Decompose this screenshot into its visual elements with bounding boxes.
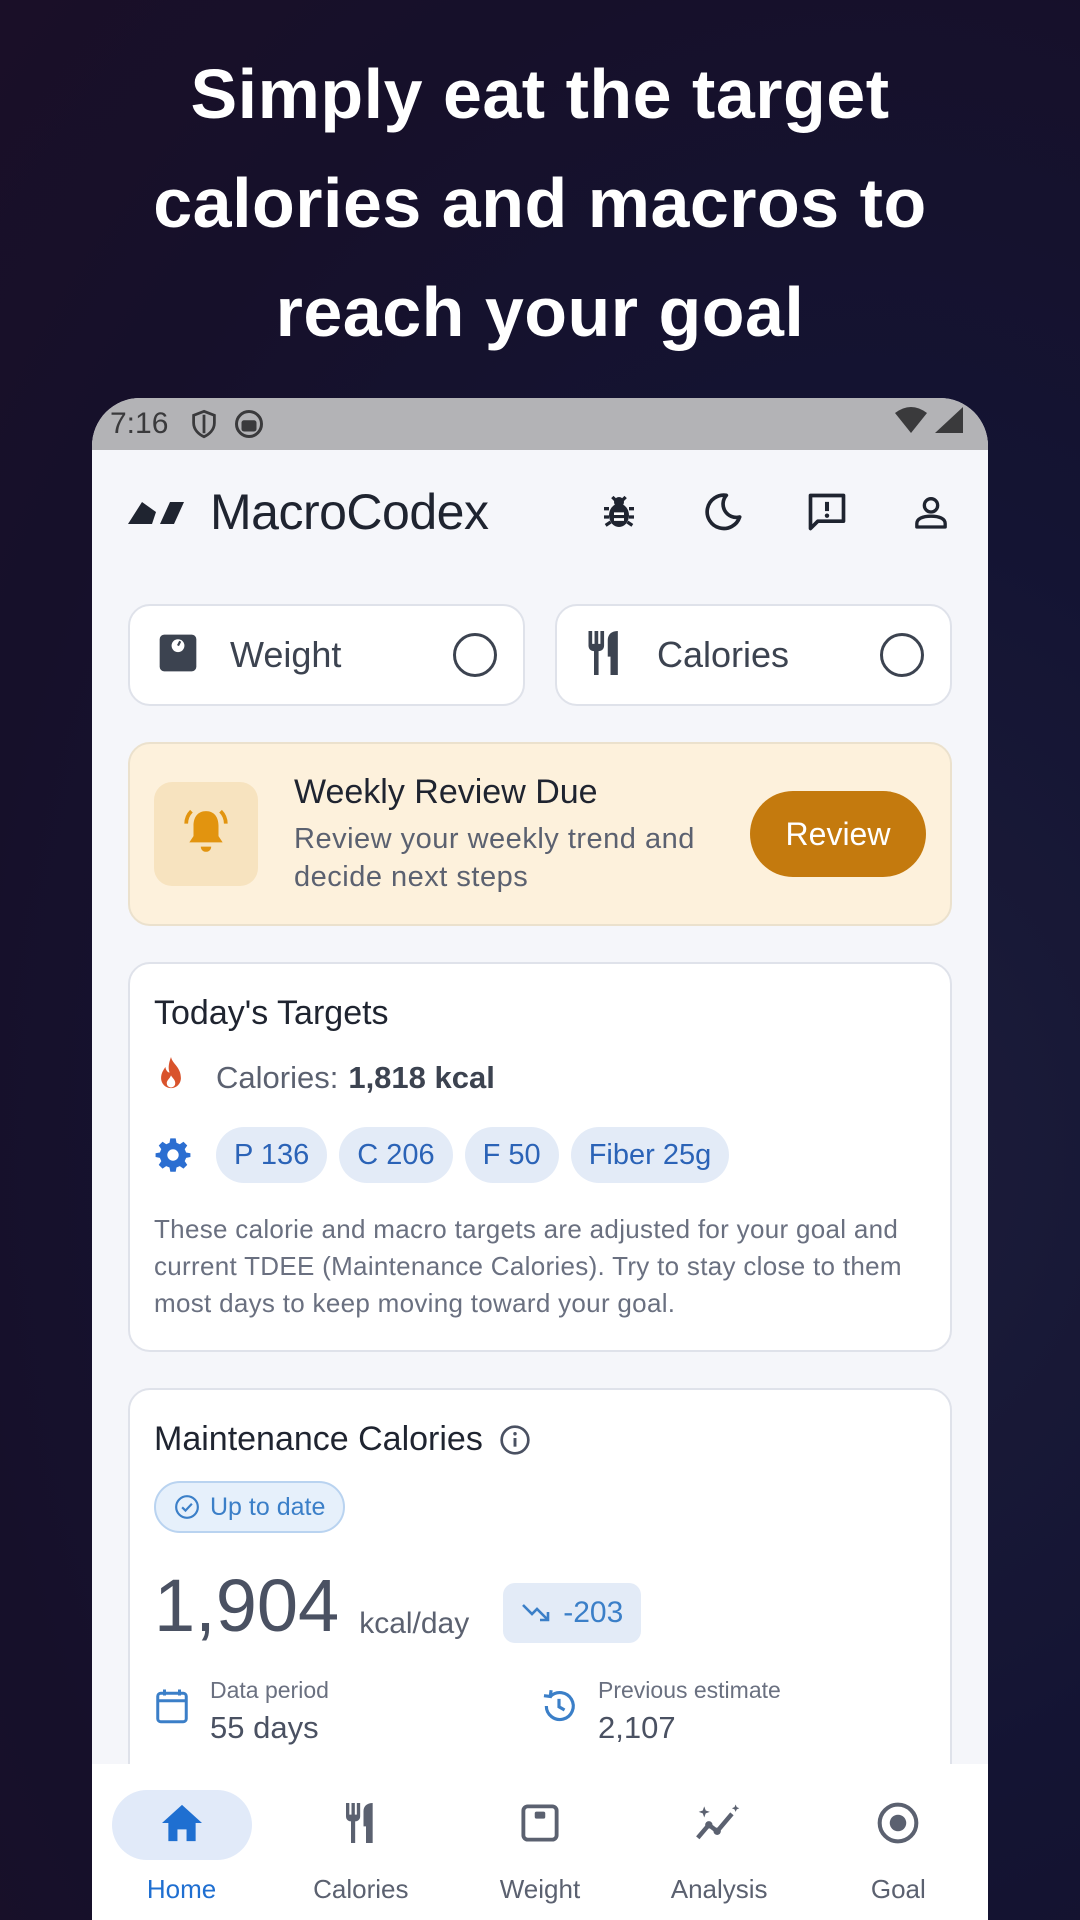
calendar-icon: [154, 1687, 190, 1725]
scale-icon: [519, 1802, 561, 1849]
weekly-review-subtitle-line-2: decide next steps: [294, 860, 529, 893]
nav-analysis-label: Analysis: [670, 1874, 768, 1904]
headline: Simply eat the target calories and macro…: [0, 40, 1080, 367]
nav-calories-label: Calories: [313, 1874, 409, 1904]
info-icon[interactable]: [499, 1424, 531, 1456]
nav-calories[interactable]: Calories: [291, 1790, 431, 1905]
todays-targets-card: Today's Targets Calories: 1,818 kcal P 1…: [128, 962, 952, 1352]
feedback-icon[interactable]: [800, 485, 854, 539]
nav-home-label: Home: [146, 1874, 217, 1904]
bug-icon[interactable]: [592, 485, 646, 539]
status-badge: Up to date: [154, 1481, 346, 1533]
nav-analysis[interactable]: Analysis: [649, 1790, 789, 1905]
bell-icon-box: [154, 782, 258, 886]
target-calories-value: 1,818 kcal: [348, 1060, 495, 1095]
review-button[interactable]: Review: [750, 791, 926, 877]
headline-line-1: Simply eat the target: [190, 55, 890, 133]
app-logo: [126, 498, 186, 526]
nav-goal[interactable]: Goal: [828, 1790, 968, 1905]
weekly-review-card: Weekly Review Due Review your weekly tre…: [128, 742, 952, 926]
weekly-review-title: Weekly Review Due: [294, 772, 598, 811]
app-notification-icon: [234, 409, 264, 439]
quick-log-weight[interactable]: Weight: [128, 604, 525, 706]
trend-change-value: -203: [563, 1596, 624, 1629]
data-period-label: Data period: [210, 1677, 329, 1703]
status-badge-label: Up to date: [210, 1492, 326, 1521]
quick-log-calories[interactable]: Calories: [555, 604, 952, 706]
weight-logged-radio[interactable]: [453, 633, 497, 677]
macro-chip-carbs: C 206: [339, 1127, 453, 1183]
maintenance-value: 1,904: [154, 1564, 340, 1647]
phone-screen: 7:16 MacroCodex Weight Calories Weekly R…: [92, 398, 988, 1920]
fork-knife-icon: [583, 629, 627, 682]
trending-down-icon: [521, 1602, 563, 1624]
targets-description: These calorie and macro targets are adju…: [154, 1214, 902, 1318]
status-bar: 7:16: [92, 398, 988, 450]
quick-log-calories-label: Calories: [657, 634, 790, 675]
macro-chip-fat: F 50: [464, 1127, 559, 1183]
nav-home[interactable]: Home: [111, 1790, 252, 1905]
previous-estimate-value: 2,107: [598, 1710, 676, 1745]
moon-icon[interactable]: [696, 485, 750, 539]
app-bar: MacroCodex: [92, 450, 988, 574]
maintenance-title: Maintenance Calories: [154, 1420, 483, 1458]
data-period-value: 55 days: [210, 1710, 319, 1745]
target-icon: [876, 1801, 920, 1850]
account-icon[interactable]: [904, 485, 958, 539]
bottom-navigation: Home Calories Weight Analysis Goal: [92, 1764, 988, 1920]
macro-chip-fiber: Fiber 25g: [570, 1127, 730, 1183]
analytics-sparkle-icon: [695, 1802, 743, 1849]
maintenance-unit: kcal/day: [359, 1607, 470, 1640]
cell-signal-icon: [934, 406, 964, 442]
bell-icon: [181, 807, 231, 862]
trend-change-chip: -203: [503, 1583, 642, 1643]
scale-icon: [156, 631, 200, 680]
quick-log-weight-label: Weight: [230, 634, 342, 675]
home-icon: [160, 1803, 204, 1848]
headline-line-3: reach your goal: [275, 273, 805, 351]
wifi-icon: [894, 406, 928, 442]
weekly-review-subtitle: Review your weekly trend and decide next…: [294, 820, 750, 896]
gear-icon[interactable]: [154, 1136, 192, 1174]
target-calories-label: Calories:: [216, 1060, 339, 1095]
nav-weight-label: Weight: [499, 1874, 581, 1904]
app-title: MacroCodex: [210, 484, 489, 540]
flame-icon: [154, 1055, 188, 1101]
previous-estimate-label: Previous estimate: [598, 1677, 781, 1703]
fork-knife-icon: [341, 1800, 381, 1851]
macro-chip-protein: P 136: [216, 1127, 328, 1183]
status-time: 7:16: [110, 407, 169, 440]
maintenance-calories-card: Maintenance Calories Up to date 1,904 kc…: [128, 1388, 952, 1788]
nav-weight[interactable]: Weight: [470, 1790, 610, 1905]
calories-logged-radio[interactable]: [880, 633, 924, 677]
weekly-review-subtitle-line-1: Review your weekly trend and: [294, 822, 695, 855]
todays-targets-title: Today's Targets: [154, 994, 389, 1032]
history-icon: [540, 1687, 578, 1725]
nav-goal-label: Goal: [870, 1874, 926, 1904]
check-circle-icon: [174, 1494, 200, 1520]
shield-icon: [190, 409, 218, 439]
headline-line-2: calories and macros to: [153, 164, 927, 242]
